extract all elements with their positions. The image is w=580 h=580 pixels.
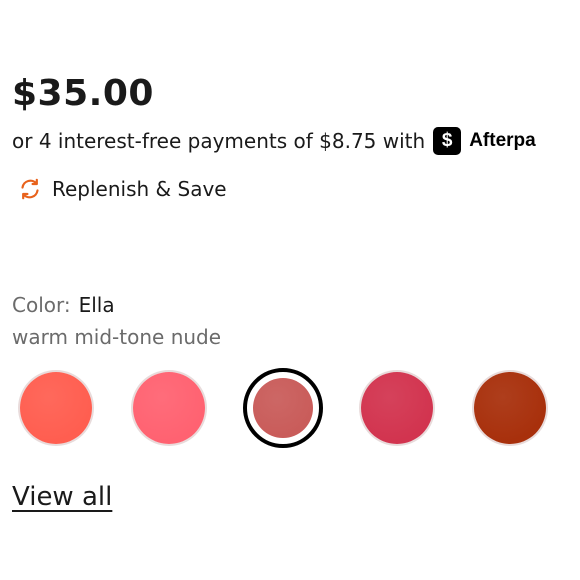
swatch-color-fill — [20, 372, 92, 444]
swatch-color-fill — [133, 372, 205, 444]
afterpay-logo-icon[interactable]: $ — [433, 127, 462, 155]
product-details-panel: $35.00 or 4 interest-free payments of $8… — [0, 0, 580, 580]
replenish-label: Replenish & Save — [52, 177, 227, 201]
color-swatch[interactable] — [16, 368, 96, 448]
color-swatch[interactable] — [357, 368, 437, 448]
swatch-color-fill — [253, 378, 313, 438]
color-swatch-list — [0, 368, 580, 448]
replenish-and-save-option[interactable]: Replenish & Save — [18, 172, 227, 206]
swatch-color-fill — [474, 372, 546, 444]
color-swatch[interactable] — [129, 368, 209, 448]
refresh-icon — [21, 178, 39, 200]
view-all-link[interactable]: View all — [12, 482, 112, 512]
shade-description: warm mid-tone nude — [12, 325, 222, 349]
color-swatch[interactable] — [243, 368, 323, 448]
afterpay-installments: or 4 interest-free payments of $8.75 wit… — [12, 124, 536, 158]
color-swatch[interactable] — [470, 368, 550, 448]
installments-text: or 4 interest-free payments of $8.75 wit… — [12, 129, 426, 153]
color-label: Color: — [12, 293, 71, 317]
selected-color-row: Color: Ella — [12, 293, 115, 317]
selected-color-name: Ella — [78, 293, 115, 317]
swatch-color-fill — [361, 372, 433, 444]
product-price: $35.00 — [12, 73, 154, 114]
afterpay-brand-name[interactable]: Afterpa — [469, 130, 536, 152]
